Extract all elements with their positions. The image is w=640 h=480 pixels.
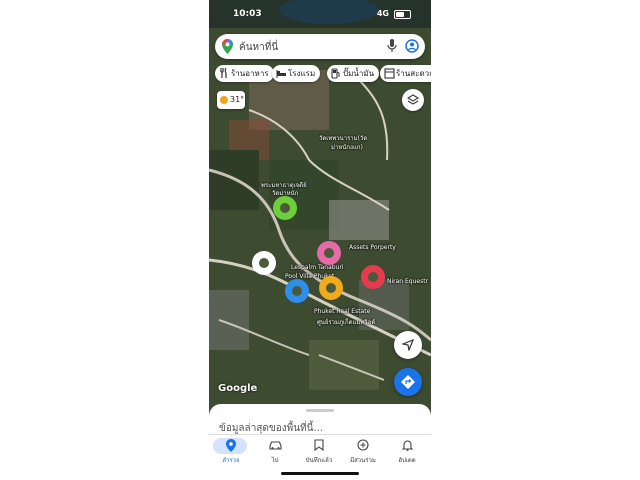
tab-go[interactable]: ไป [253, 437, 297, 467]
tab-label: สำรวจ [222, 457, 240, 464]
google-logo: Google [218, 383, 258, 394]
map-marker-yellow[interactable] [319, 276, 343, 300]
tab-updates[interactable]: อัปเดต [385, 437, 429, 467]
car-icon [253, 439, 297, 454]
sheet-drag-handle[interactable] [306, 409, 334, 412]
chip-convenience-store[interactable]: ร้านสะดวกซื้ [380, 65, 431, 82]
map-marker-pink[interactable] [317, 241, 341, 265]
temperature: 31° [230, 95, 245, 104]
tab-explore[interactable]: สำรวจ [209, 437, 253, 467]
tab-saved[interactable]: บันทึกแล้ว [297, 437, 341, 467]
microphone-icon[interactable] [387, 39, 397, 53]
account-icon[interactable] [405, 39, 419, 53]
map-label-lespalm[interactable]: Lespalm Tanaburi [291, 264, 344, 271]
map-marker-white[interactable] [252, 251, 276, 275]
explore-pin-icon [209, 439, 253, 454]
home-indicator[interactable] [281, 472, 359, 475]
add-circle-icon [341, 439, 385, 454]
gas-station-icon [331, 67, 341, 85]
directions-button[interactable] [394, 368, 422, 396]
map-label-phuket-real-estate[interactable]: Phuket Real Estate [314, 308, 370, 315]
map-label-phuket-sub: ศูนย์รวมภูเก็ตแมทวิลด์ [317, 319, 376, 326]
chip-label: ร้านสะดวกซื้ [396, 69, 431, 78]
chip-restaurant[interactable]: ร้านอาหาร [215, 65, 274, 82]
tab-contribute[interactable]: มีส่วนร่วม [341, 437, 385, 467]
chip-label: ปั๊มน้ำมัน [343, 69, 375, 78]
google-maps-pin-icon [222, 39, 233, 54]
status-time: 10:03 [233, 9, 262, 19]
tab-label: มีส่วนร่วม [350, 457, 376, 464]
weather-badge[interactable]: 31° [217, 91, 245, 109]
chip-label: โรงแรม [288, 69, 316, 78]
navigation-arrow-icon [402, 339, 414, 351]
hotel-icon [276, 67, 287, 85]
search-input[interactable]: ค้นหาที่นี่ [239, 40, 278, 55]
phone-screen: 10:03 4G ค้นหาที่นี่ ร้านอาหาร โรงแรม ปั… [209, 0, 431, 480]
chip-hotel[interactable]: โรงแรม [272, 65, 321, 85]
layers-button[interactable] [402, 89, 424, 111]
convenience-store-icon [384, 67, 395, 85]
map-label-temple-sub: ม่าหนักงแก) [331, 144, 363, 151]
bell-icon [385, 439, 429, 454]
chip-label: ร้านอาหาร [231, 69, 269, 78]
layers-icon [407, 94, 419, 105]
tab-label: ไป [271, 457, 279, 464]
restaurant-icon [219, 67, 229, 85]
map-label-assets[interactable]: Assets Porperty [349, 244, 396, 251]
map-marker-green[interactable] [273, 196, 297, 220]
battery-icon [394, 10, 411, 19]
directions-icon [401, 375, 415, 389]
network-indicator: 4G [376, 9, 389, 18]
chip-gas-station[interactable]: ปั๊มน้ำมัน [327, 65, 380, 85]
sun-icon [220, 96, 228, 104]
map-label-niran[interactable]: Niran Equestr [387, 278, 428, 285]
tab-label: บันทึกแล้ว [305, 457, 333, 464]
status-bar: 10:03 4G [209, 6, 431, 22]
map-marker-red[interactable] [361, 265, 385, 289]
bookmark-icon [297, 439, 341, 454]
category-chips: ร้านอาหาร โรงแรม ปั๊มน้ำมัน ร้านสะดวกซื้ [215, 65, 431, 83]
search-bar[interactable]: ค้นหาที่นี่ [215, 34, 425, 59]
tab-label: อัปเดต [398, 457, 416, 464]
map-marker-blue[interactable] [285, 279, 309, 303]
my-location-button[interactable] [394, 331, 422, 359]
